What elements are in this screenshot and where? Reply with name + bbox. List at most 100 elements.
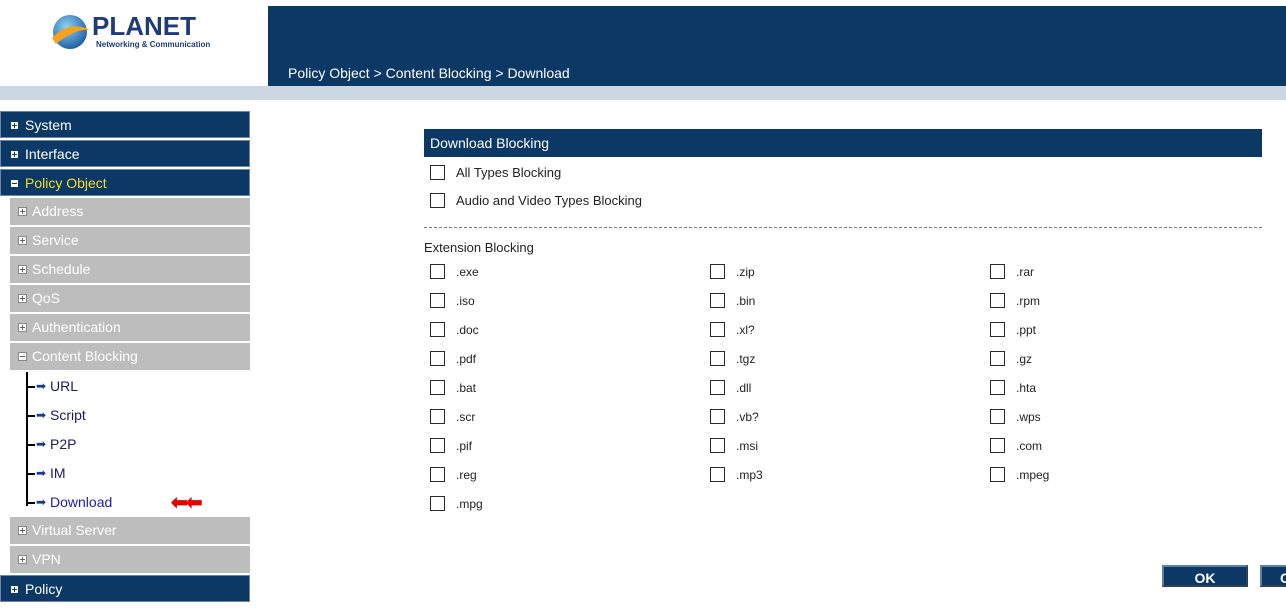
extension-checkbox[interactable]: [430, 351, 445, 366]
sidebar-leaf-download[interactable]: ➡ Download ⬅⬅: [26, 488, 250, 517]
option-label: Audio and Video Types Blocking: [456, 193, 642, 208]
sidebar-subitem-service[interactable]: Service: [10, 227, 250, 254]
extension-label: .scr: [456, 410, 476, 424]
extension-checkbox[interactable]: [710, 409, 725, 424]
arrow-right-icon: ➡: [36, 437, 47, 451]
content-blocking-leaves: ➡ URL ➡ Script ➡ P2P ➡ IM ➡ Download ⬅⬅: [26, 372, 250, 517]
extension-label: .doc: [456, 323, 479, 337]
red-pointer-arrows-icon: ⬅⬅: [171, 492, 202, 514]
svg-text:PLANET: PLANET: [92, 11, 196, 41]
panel-title: Download Blocking: [424, 129, 1262, 157]
sidebar-subitem-address[interactable]: Address: [10, 198, 250, 225]
extension-label: .vb?: [736, 410, 759, 424]
dashed-divider: [424, 227, 1262, 228]
sidebar-subitem-qos[interactable]: QoS: [10, 285, 250, 312]
extension-checkbox[interactable]: [990, 438, 1005, 453]
sidebar-item-interface[interactable]: Interface: [0, 140, 250, 167]
expand-plus-icon: [18, 555, 27, 564]
all-types-blocking-option: All Types Blocking: [424, 157, 1262, 185]
extension-checkbox[interactable]: [990, 380, 1005, 395]
expand-plus-icon: [18, 526, 27, 535]
sidebar-item-policy-object[interactable]: Policy Object: [0, 169, 250, 196]
extension-checkbox[interactable]: [430, 496, 445, 511]
extension-checkbox[interactable]: [430, 322, 445, 337]
sidebar-subitem-schedule[interactable]: Schedule: [10, 256, 250, 283]
extension-checkbox[interactable]: [430, 409, 445, 424]
cancel-button[interactable]: Cancel: [1260, 565, 1286, 587]
sidebar-subitem-label: Authentication: [32, 319, 121, 335]
expand-plus-icon: [18, 323, 27, 332]
ok-button[interactable]: OK: [1162, 565, 1248, 587]
header-strip: [0, 86, 1286, 100]
extension-checkbox[interactable]: [990, 409, 1005, 424]
sidebar-subitem-virtual-server[interactable]: Virtual Server: [10, 517, 250, 544]
extension-checkbox[interactable]: [710, 322, 725, 337]
expand-plus-icon: [10, 121, 19, 130]
extension-checkbox[interactable]: [990, 467, 1005, 482]
sidebar-subitem-vpn[interactable]: VPN: [10, 546, 250, 573]
extension-label: .iso: [456, 294, 475, 308]
expand-plus-icon: [18, 207, 27, 216]
extension-label: .msi: [736, 439, 758, 453]
extension-checkbox[interactable]: [990, 293, 1005, 308]
sidebar-leaf-p2p[interactable]: ➡ P2P: [26, 430, 250, 459]
extension-checkbox[interactable]: [990, 264, 1005, 279]
arrow-right-icon: ➡: [36, 408, 47, 422]
extension-checkbox[interactable]: [710, 438, 725, 453]
extension-checkbox[interactable]: [710, 264, 725, 279]
extension-checkbox[interactable]: [710, 293, 725, 308]
extension-checkbox[interactable]: [430, 467, 445, 482]
sidebar-item-policy[interactable]: Policy: [0, 575, 250, 602]
extension-label: .bat: [456, 381, 477, 395]
extension-label: .rpm: [1016, 294, 1040, 308]
sidebar-subitem-label: Address: [32, 203, 84, 219]
option-label: All Types Blocking: [456, 165, 562, 180]
extension-label: .pdf: [456, 352, 477, 366]
download-blocking-panel: Download Blocking All Types Blocking Aud…: [424, 129, 1262, 511]
all-types-blocking-checkbox[interactable]: [430, 165, 445, 180]
sidebar-subitem-authentication[interactable]: Authentication: [10, 314, 250, 341]
sidebar-item-label: System: [25, 117, 72, 133]
extension-label: .exe: [456, 265, 479, 279]
sidebar-leaf-script[interactable]: ➡ Script: [26, 401, 250, 430]
extension-label: .com: [1016, 439, 1043, 453]
tree-branch: [26, 386, 35, 388]
sidebar-subitem-label: VPN: [32, 551, 61, 567]
tree-branch: [26, 502, 35, 504]
sidebar-leaf-label: Download: [50, 494, 113, 510]
tree-branch: [26, 415, 35, 417]
extension-checkbox[interactable]: [430, 438, 445, 453]
extension-label: .ppt: [1016, 323, 1037, 337]
extension-label: .gz: [1016, 352, 1033, 366]
extension-label: .mp3: [736, 468, 763, 482]
extension-label: .xl?: [736, 323, 755, 337]
expand-plus-icon: [18, 265, 27, 274]
extension-label: .zip: [736, 265, 755, 279]
extension-label: .hta: [1016, 381, 1037, 395]
sidebar-leaf-label: IM: [50, 465, 66, 481]
sidebar-subitem-label: Service: [32, 232, 79, 248]
sidebar-leaf-url[interactable]: ➡ URL: [26, 372, 250, 401]
sidebar-item-label: Policy Object: [25, 175, 107, 191]
extension-checkbox[interactable]: [990, 351, 1005, 366]
extension-checkbox[interactable]: [710, 380, 725, 395]
extension-checkbox[interactable]: [710, 351, 725, 366]
svg-text:Networking & Communication: Networking & Communication: [96, 40, 210, 49]
sidebar-subitem-content-blocking[interactable]: Content Blocking: [10, 343, 250, 370]
extension-label: .tgz: [736, 352, 756, 366]
sidebar-leaf-im[interactable]: ➡ IM: [26, 459, 250, 488]
sidebar-item-system[interactable]: System: [0, 111, 250, 138]
audio-video-blocking-checkbox[interactable]: [430, 193, 445, 208]
tree-branch: [26, 473, 35, 475]
sidebar-subitem-label: Virtual Server: [32, 522, 117, 538]
planet-logo: PLANET Networking & Communication: [52, 11, 210, 49]
extension-checkbox[interactable]: [430, 264, 445, 279]
extension-checkbox[interactable]: [990, 322, 1005, 337]
extension-checkbox[interactable]: [710, 467, 725, 482]
extension-checkbox[interactable]: [430, 293, 445, 308]
breadcrumb: Policy Object > Content Blocking > Downl…: [288, 65, 570, 81]
expand-plus-icon: [10, 585, 19, 594]
extension-checkbox[interactable]: [430, 380, 445, 395]
extension-blocking-label: Extension Blocking: [424, 240, 534, 255]
extension-label: .reg: [456, 468, 477, 482]
